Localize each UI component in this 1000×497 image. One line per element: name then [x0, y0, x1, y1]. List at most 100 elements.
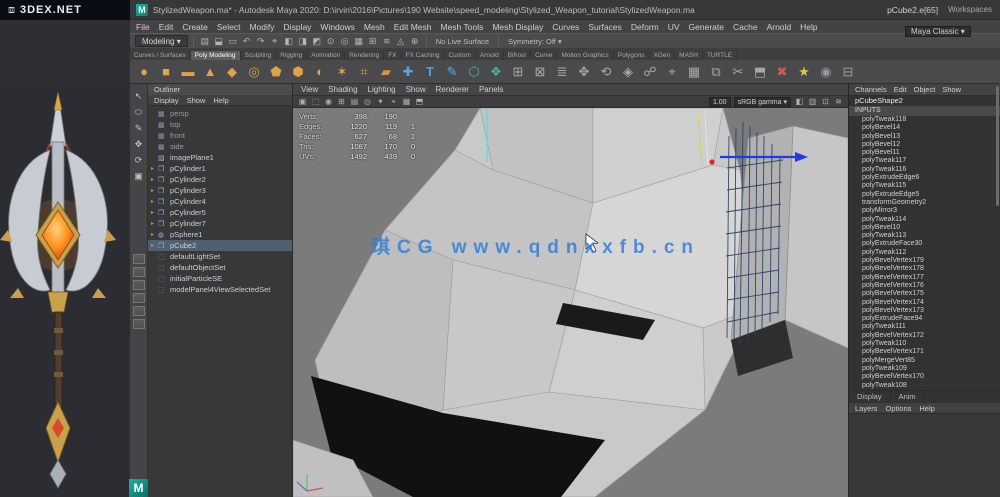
menu-item[interactable]: Mesh — [364, 22, 385, 32]
expand-arrow[interactable]: ▸ — [151, 220, 158, 227]
shelf-tool-icon[interactable]: ● — [134, 62, 154, 82]
shelf-tab[interactable]: FX Caching — [402, 51, 445, 60]
viewport-toolbar-icon[interactable]: ✦ — [375, 97, 386, 107]
layer-editor-menu-item[interactable]: Layers — [855, 404, 878, 413]
toolbox-tool-icon[interactable]: ▣ — [132, 169, 146, 183]
history-node[interactable]: polyTweak114 — [849, 216, 1000, 224]
shelf-tool-icon[interactable]: ◎ — [244, 62, 264, 82]
workspace-dropdown-value[interactable]: Maya Classic ▾ — [905, 26, 971, 37]
history-node[interactable]: polyBevelVertex177 — [849, 274, 1000, 282]
shelf-tool-icon[interactable]: ⬟ — [266, 62, 286, 82]
shelf-tool-icon[interactable]: ◆ — [222, 62, 242, 82]
menu-item[interactable]: Surfaces — [588, 22, 622, 32]
status-icon[interactable]: ⌖ — [269, 35, 281, 47]
live-surface-field[interactable]: No Live Surface — [436, 37, 489, 46]
outliner-item[interactable]: ▸ ❒ pCylinder3 — [148, 185, 292, 196]
menu-item[interactable]: Display — [284, 22, 312, 32]
expand-arrow[interactable]: ▸ — [151, 242, 158, 249]
viewport-menu-item[interactable]: Renderer — [436, 85, 469, 94]
history-node[interactable]: polyBevelVertex179 — [849, 257, 1000, 265]
shelf-tool-icon[interactable]: ✎ — [442, 62, 462, 82]
history-node[interactable]: polyExtrudeEdge6 — [849, 174, 1000, 182]
outliner-item[interactable]: ▸ ❒ pCylinder1 — [148, 163, 292, 174]
shelf-tool-icon[interactable]: ■ — [156, 62, 176, 82]
status-icon[interactable]: ◧ — [283, 35, 295, 47]
shelf-tool-icon[interactable]: ⌗ — [354, 62, 374, 82]
menu-item[interactable]: Generate — [689, 22, 724, 32]
toolbox-tool-icon[interactable]: ✥ — [132, 137, 146, 151]
history-node[interactable]: polyMirror3 — [849, 207, 1000, 215]
shelf-tool-icon[interactable]: ☍ — [640, 62, 660, 82]
shelf-tab[interactable]: XGen — [650, 51, 676, 60]
shelf-tool-icon[interactable]: ▰ — [376, 62, 396, 82]
shelf-tool-icon[interactable]: ⊠ — [530, 62, 550, 82]
viewport-menu-item[interactable]: Show — [406, 85, 426, 94]
shelf-tool-icon[interactable]: ▲ — [200, 62, 220, 82]
status-icon[interactable]: ⬓ — [213, 35, 225, 47]
shelf-tool-icon[interactable]: ✶ — [332, 62, 352, 82]
history-node[interactable]: polyTweak109 — [849, 365, 1000, 373]
history-node[interactable]: polyMergeVert85 — [849, 357, 1000, 365]
viewport-menu-item[interactable]: Shading — [328, 85, 357, 94]
status-icon[interactable]: ▭ — [227, 35, 239, 47]
symmetry-dropdown[interactable]: Symmetry: Off ▾ — [508, 37, 562, 46]
layout-preset-button[interactable] — [133, 293, 145, 303]
history-node[interactable]: polyBevelVertex171 — [849, 348, 1000, 356]
menu-item[interactable]: Select — [217, 22, 241, 32]
history-node[interactable]: transformGeometry2 — [849, 199, 1000, 207]
toolbox-tool-icon[interactable]: ✎ — [132, 121, 146, 135]
history-node[interactable]: polyBevelVertex175 — [849, 290, 1000, 298]
view-transform-dropdown[interactable]: sRGB gamma ▾ — [734, 97, 791, 107]
shelf-tool-icon[interactable]: ⬢ — [288, 62, 308, 82]
shelf-tool-icon[interactable]: ▦ — [684, 62, 704, 82]
shelf-tool-icon[interactable]: ✚ — [398, 62, 418, 82]
viewport-canvas[interactable]: Verts: 398 190 Edges: 1220 119 1 Faces: … — [293, 108, 848, 497]
history-node[interactable]: polyExtrudeFace94 — [849, 315, 1000, 323]
expand-arrow[interactable]: ▸ — [151, 231, 158, 238]
shelf-tab[interactable]: Rendering — [345, 51, 384, 60]
expand-arrow[interactable]: ▸ — [151, 176, 158, 183]
history-node[interactable]: polyBevelVertex174 — [849, 299, 1000, 307]
status-icon[interactable]: ▤ — [199, 35, 211, 47]
history-node[interactable]: polyExtrudeFace30 — [849, 240, 1000, 248]
history-node[interactable]: polyBevel12 — [849, 141, 1000, 149]
menu-set-dropdown[interactable]: Modeling ▾ — [135, 35, 188, 47]
shelf-tab[interactable]: Curves / Surfaces — [130, 51, 191, 60]
menu-item[interactable]: Mesh Display — [492, 22, 543, 32]
status-icon[interactable]: ⊙ — [325, 35, 337, 47]
status-icon[interactable]: ▦ — [353, 35, 365, 47]
history-node[interactable]: polyTweak117 — [849, 157, 1000, 165]
history-node[interactable]: polyExtrudeEdge5 — [849, 191, 1000, 199]
status-icon[interactable]: ◬ — [395, 35, 407, 47]
history-node[interactable]: polyBevelVertex172 — [849, 332, 1000, 340]
outliner-item[interactable]: ⬚ defaultObjectSet — [148, 262, 292, 273]
outliner-item[interactable]: ▸ ❒ pCylinder2 — [148, 174, 292, 185]
shelf-tool-icon[interactable]: ⌖ — [662, 62, 682, 82]
outliner-item[interactable]: ▸ ❒ pCylinder7 — [148, 218, 292, 229]
viewport-toolbar-icon[interactable]: ▥ — [807, 97, 818, 107]
viewport-toolbar-icon[interactable]: ⌖ — [388, 97, 399, 107]
layer-editor-tab[interactable]: Display — [849, 391, 891, 403]
viewport-menu-item[interactable]: Lighting — [368, 85, 396, 94]
layer-list-area[interactable] — [849, 414, 1000, 497]
menu-item[interactable]: Deform — [631, 22, 659, 32]
menu-item[interactable]: Edit — [159, 22, 174, 32]
shelf-tab[interactable]: Poly Modeling — [191, 51, 241, 60]
history-node[interactable]: polyTweak112 — [849, 249, 1000, 257]
history-node[interactable]: polyTweak110 — [849, 340, 1000, 348]
history-node[interactable]: polyBevelVertex176 — [849, 282, 1000, 290]
history-node[interactable]: polyTweak111 — [849, 323, 1000, 331]
shelf-tool-icon[interactable]: ≣ — [552, 62, 572, 82]
viewport-toolbar-icon[interactable]: ≋ — [833, 97, 844, 107]
history-node[interactable]: polyTweak113 — [849, 232, 1000, 240]
shelf-tab[interactable]: FX — [384, 51, 401, 60]
shelf-tool-icon[interactable]: ✖ — [772, 62, 792, 82]
menu-item[interactable]: Cache — [733, 22, 758, 32]
toolbox-tool-icon[interactable]: ⬭ — [132, 105, 146, 119]
menu-item[interactable]: Edit Mesh — [394, 22, 432, 32]
menu-item[interactable]: Mesh Tools — [441, 22, 484, 32]
outliner-menu-item[interactable]: Show — [187, 96, 206, 105]
layer-editor-tab[interactable]: Anim — [891, 391, 925, 403]
toolbox-tool-icon[interactable]: ↖ — [132, 89, 146, 103]
status-icon[interactable]: ⊕ — [409, 35, 421, 47]
